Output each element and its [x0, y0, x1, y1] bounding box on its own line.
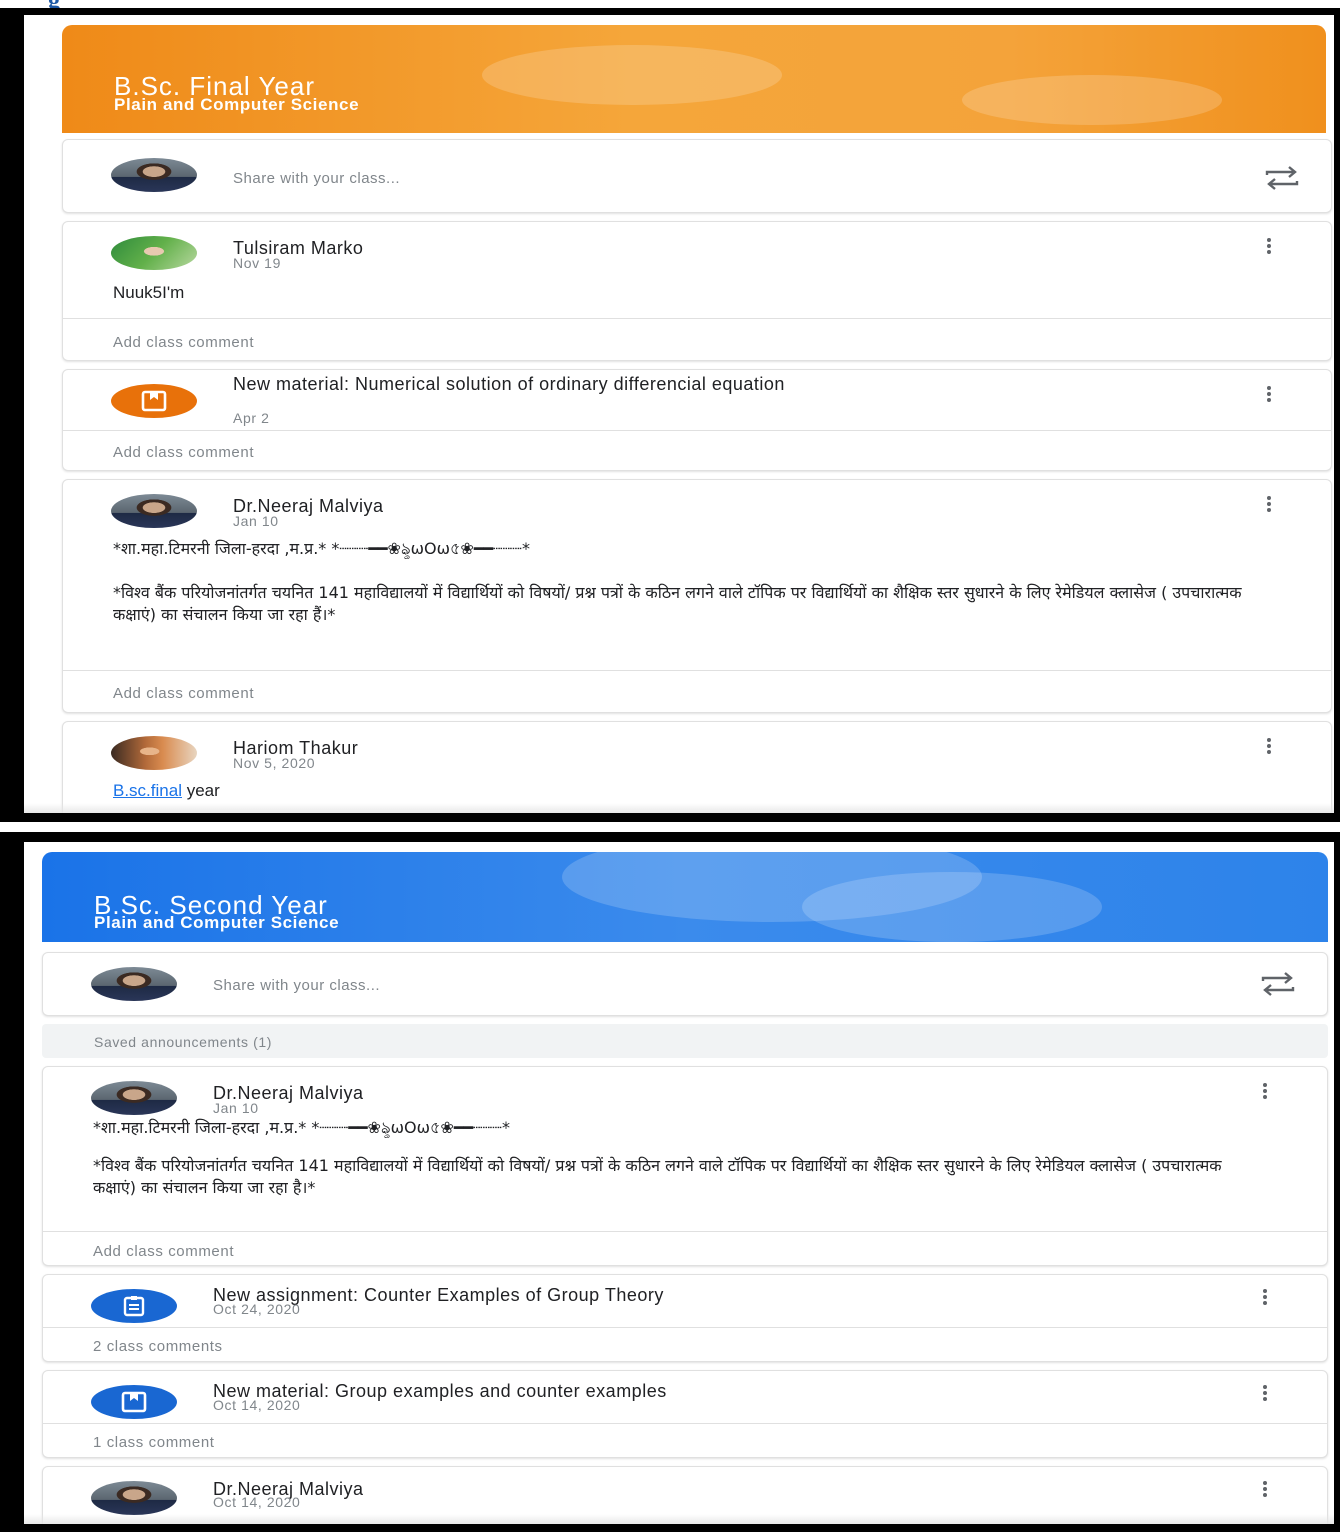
banner-decoration — [802, 872, 1102, 942]
avatar — [91, 1081, 177, 1115]
post-date: Nov 19 — [233, 255, 281, 271]
post-date: Nov 5, 2020 — [233, 755, 316, 771]
post-link[interactable]: B.sc.final — [113, 781, 182, 800]
share-input[interactable]: Share with your class... — [213, 977, 380, 994]
screenshot-second-year: B.Sc. Second Year Plain and Computer Sci… — [0, 832, 1340, 1532]
screenshot-final-year: B.Sc. Final Year Plain and Computer Scie… — [0, 8, 1340, 822]
repost-icon[interactable] — [1263, 165, 1301, 191]
divider — [43, 1231, 1327, 1232]
post-card[interactable]: Tulsiram Marko Nov 19 Nuuk5I'm Add class… — [62, 221, 1332, 361]
add-comment-input[interactable]: Add class comment — [113, 444, 254, 461]
repost-icon[interactable] — [1259, 971, 1297, 997]
post-body-text: year — [181, 781, 220, 800]
material-icon — [111, 384, 197, 418]
more-vert-icon[interactable] — [1263, 1289, 1267, 1307]
class-banner: B.Sc. Final Year Plain and Computer Scie… — [62, 25, 1326, 133]
post-date: Oct 24, 2020 — [213, 1301, 301, 1317]
more-vert-icon[interactable] — [1263, 1385, 1267, 1403]
assignment-card[interactable]: New assignment: Counter Examples of Grou… — [42, 1274, 1328, 1362]
share-box[interactable]: Share with your class... — [62, 139, 1332, 213]
post-date: Apr 2 — [233, 410, 270, 426]
share-box[interactable]: Share with your class... — [42, 952, 1328, 1016]
more-vert-icon[interactable] — [1267, 738, 1271, 756]
divider — [63, 670, 1331, 671]
more-vert-icon[interactable] — [1267, 496, 1271, 514]
divider — [43, 1423, 1327, 1424]
class-banner: B.Sc. Second Year Plain and Computer Sci… — [42, 852, 1328, 942]
post-date: Jan 10 — [233, 513, 279, 529]
post-card[interactable]: Dr.Neeraj Malviya Jan 10 *शा.महा.टिमरनी … — [42, 1066, 1328, 1266]
avatar — [91, 967, 177, 1001]
saved-announcements-label: Saved announcements (1) — [94, 1034, 273, 1050]
post-line: *शा.महा.टिमरनी जिला-हरदा ,म.प्र.* *┈┈┈━━… — [93, 1118, 510, 1137]
more-vert-icon[interactable] — [1267, 386, 1271, 404]
avatar — [91, 1481, 177, 1515]
avatar — [111, 736, 197, 770]
post-body: Nuuk5I'm — [113, 283, 185, 302]
class-comments-link[interactable]: 1 class comment — [93, 1434, 215, 1451]
share-input[interactable]: Share with your class... — [233, 170, 400, 187]
post-body: *विश्व बैंक परियोजनांतर्गत चयनित 141 महा… — [113, 583, 1242, 624]
more-vert-icon[interactable] — [1267, 238, 1271, 256]
post-date: Oct 14, 2020 — [213, 1397, 301, 1413]
post-line: *शा.महा.टिमरनी जिला-हरदा ,म.प्र.* *┈┈┈━━… — [113, 539, 530, 558]
add-comment-input[interactable]: Add class comment — [113, 685, 254, 702]
post-date: Jan 10 — [213, 1100, 259, 1116]
more-vert-icon[interactable] — [1263, 1481, 1267, 1499]
assignment-icon — [91, 1289, 177, 1323]
avatar — [111, 236, 197, 270]
add-comment-input[interactable]: Add class comment — [113, 334, 254, 351]
post-body: B.sc.final year — [113, 780, 1261, 802]
assignment-title[interactable]: New assignment: Counter Examples of Grou… — [213, 1286, 1127, 1304]
add-comment-input[interactable]: Add class comment — [93, 1243, 234, 1260]
avatar — [111, 158, 197, 192]
class-subtitle: Plain and Computer Science — [94, 913, 340, 932]
scroll-fade — [24, 1514, 1334, 1524]
avatar — [111, 494, 197, 528]
divider — [63, 318, 1331, 319]
saved-announcements[interactable]: Saved announcements (1) — [42, 1024, 1328, 1058]
post-date: Oct 14, 2020 — [213, 1494, 301, 1510]
banner-decoration — [482, 45, 782, 105]
class-subtitle: Plain and Computer Science — [114, 95, 360, 114]
material-icon — [91, 1385, 177, 1419]
material-card[interactable]: New material: Numerical solution of ordi… — [62, 369, 1332, 471]
material-title[interactable]: New material: Numerical solution of ordi… — [233, 375, 1071, 393]
banner-decoration — [962, 75, 1222, 125]
divider — [63, 430, 1331, 431]
post-card[interactable]: Dr.Neeraj Malviya Jan 10 *शा.महा.टिमरनी … — [62, 479, 1332, 713]
material-card[interactable]: New material: Group examples and counter… — [42, 1370, 1328, 1458]
class-comments-link[interactable]: 2 class comments — [93, 1338, 223, 1355]
scroll-fade — [24, 803, 1334, 813]
more-vert-icon[interactable] — [1263, 1083, 1267, 1101]
material-title[interactable]: New material: Group examples and counter… — [213, 1382, 1127, 1400]
divider — [43, 1327, 1327, 1328]
post-body: *विश्व बैंक परियोजनांतर्गत चयनित 141 महा… — [93, 1156, 1222, 1197]
